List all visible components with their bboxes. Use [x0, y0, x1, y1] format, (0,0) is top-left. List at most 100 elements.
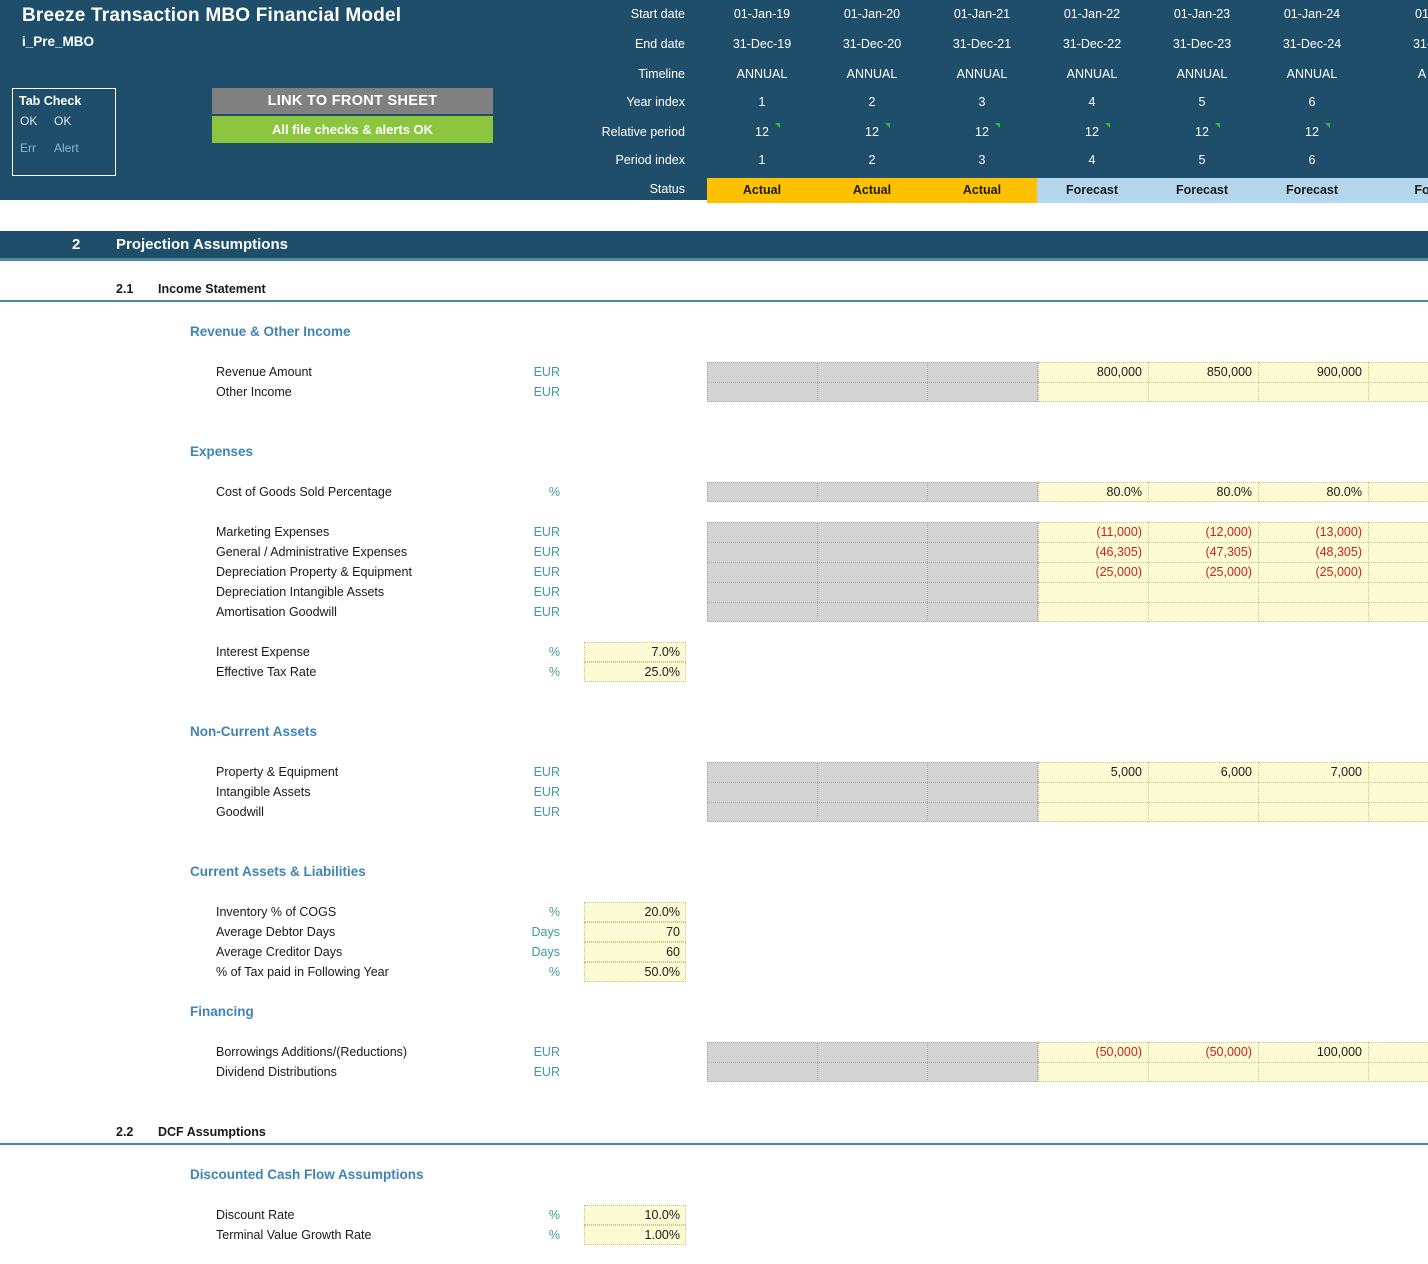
header-cell-end-date: 31- — [1412, 37, 1428, 51]
header-cell-period-index: 5 — [1198, 153, 1206, 167]
row-unit-interest-expense: % — [548, 645, 560, 659]
header-cell-relative-period: 12 — [1305, 125, 1319, 139]
status-badge: Fo — [1367, 178, 1428, 203]
header-cell-end-date: 31-Dec-19 — [732, 37, 792, 51]
row-label-depreciation-ppe: Depreciation Property & Equipment — [216, 565, 412, 579]
revenue-value-cell[interactable]: 9 — [1368, 362, 1428, 382]
input-tax-paid-following-year[interactable]: 50.0% — [584, 962, 686, 982]
input-interest-expense[interactable]: 7.0% — [584, 642, 686, 662]
revenue-input-hline — [1038, 382, 1428, 383]
status-badge: Forecast — [1037, 178, 1147, 203]
row-label-tax-paid-following-year: % of Tax paid in Following Year — [216, 965, 389, 979]
header-band: Breeze Transaction MBO Financial Model i… — [0, 0, 1428, 203]
non-current-assets-grid-vline — [817, 762, 818, 822]
row-label-discount-rate: Discount Rate — [216, 1208, 295, 1222]
tab-check-alert-label: Alert — [54, 141, 79, 155]
status-badge: Actual — [707, 178, 817, 203]
label-start-date: Start date — [630, 7, 685, 21]
non-current-assets-value-cell[interactable]: 5,000 — [1038, 762, 1148, 782]
section-22-bar: 2.2 DCF Assumptions — [0, 1123, 1428, 1145]
input-effective-tax-rate[interactable]: 25.0% — [584, 662, 686, 682]
row-unit-tax-paid-following-year: % — [548, 965, 560, 979]
tab-check-ok-error: OK — [20, 114, 38, 128]
row-unit-property-equipment: EUR — [533, 765, 560, 779]
header-cell-relative-period: 12 — [1085, 125, 1099, 139]
row-unit-cogs-percentage: % — [548, 485, 560, 499]
expenses-value-cell[interactable]: (25,000) — [1038, 562, 1148, 582]
header-period-column: 01-Jan-23 31-Dec-23 ANNUAL 5 12 5 Forecast — [1147, 0, 1257, 203]
header-cell-relative-period: 12 — [1195, 125, 1209, 139]
cogs-value-cell[interactable]: 80.0% — [1258, 482, 1368, 502]
expenses-value-cell[interactable]: ( — [1368, 562, 1428, 582]
financing-value-cell[interactable]: (50,000) — [1038, 1042, 1148, 1062]
header-cell-end-date: 31-Dec-24 — [1282, 37, 1342, 51]
header-cell-start-date: 01-Jan-21 — [953, 7, 1011, 21]
row-unit-goodwill: EUR — [533, 805, 560, 819]
input-inventory-pct-cogs[interactable]: 20.0% — [584, 902, 686, 922]
row-unit-borrowings: EUR — [533, 1045, 560, 1059]
expenses-value-cell[interactable]: (46,305) — [1038, 542, 1148, 562]
section-21-title: Income Statement — [158, 282, 266, 296]
non-current-assets-grid-hline — [707, 782, 1038, 783]
row-unit-discount-rate: % — [548, 1208, 560, 1222]
revenue-value-cell[interactable]: 850,000 — [1148, 362, 1258, 382]
expenses-value-cell[interactable]: (13,000) — [1258, 522, 1368, 542]
row-label-goodwill: Goodwill — [216, 805, 264, 819]
section-21-bar: 2.1 Income Statement — [0, 280, 1428, 302]
non-current-assets-input-hline — [1038, 802, 1428, 803]
row-unit-average-debtor-days: Days — [531, 925, 560, 939]
tab-check-ok-alert: OK — [54, 114, 72, 128]
expenses-grid-vline — [927, 522, 928, 622]
header-cell-end-date: 31-Dec-20 — [842, 37, 902, 51]
header-cell-year-index: 5 — [1198, 95, 1206, 109]
input-average-debtor-days[interactable]: 70 — [584, 922, 686, 942]
row-label-general-admin-expenses: General / Administrative Expenses — [216, 545, 408, 559]
header-cell-end-date: 31-Dec-21 — [952, 37, 1012, 51]
non-current-assets-input-vline — [1368, 762, 1369, 822]
status-badge: Actual — [927, 178, 1037, 203]
input-terminal-growth-rate[interactable]: 1.00% — [584, 1225, 686, 1245]
label-relative-period: Relative period — [601, 125, 685, 139]
group-heading-dcf: Discounted Cash Flow Assumptions — [190, 1167, 424, 1182]
financing-value-cell[interactable]: (50,000) — [1148, 1042, 1258, 1062]
revenue-value-cell[interactable]: 900,000 — [1258, 362, 1368, 382]
expenses-value-cell[interactable]: (25,000) — [1148, 562, 1258, 582]
revenue-value-cell[interactable]: 800,000 — [1038, 362, 1148, 382]
label-year-index: Year index — [626, 95, 685, 109]
row-label-interest-expense: Interest Expense — [216, 645, 310, 659]
non-current-assets-input-hline — [1038, 782, 1428, 783]
expenses-value-cell[interactable]: ( — [1368, 522, 1428, 542]
expenses-value-cell[interactable]: ( — [1368, 542, 1428, 562]
cogs-value-cell[interactable]: 80.0% — [1148, 482, 1258, 502]
non-current-assets-value-cell[interactable]: 7,000 — [1258, 762, 1368, 782]
financing-value-cell[interactable]: 100,000 — [1258, 1042, 1368, 1062]
row-unit-depreciation-ppe: EUR — [533, 565, 560, 579]
group-heading-current-assets: Current Assets & Liabilities — [190, 864, 366, 879]
section-2-bar: 2 Projection Assumptions — [0, 231, 1428, 261]
non-current-assets-actual-cells — [707, 762, 1038, 822]
header-period-column: 01-Jan-20 31-Dec-20 ANNUAL 2 12 2 Actual — [817, 0, 927, 203]
cogs-grid-vline — [817, 482, 818, 502]
expenses-value-cell[interactable]: (47,305) — [1148, 542, 1258, 562]
expenses-value-cell[interactable]: (25,000) — [1258, 562, 1368, 582]
input-average-creditor-days[interactable]: 60 — [584, 942, 686, 962]
expenses-grid-hline — [707, 582, 1038, 583]
row-label-effective-tax-rate: Effective Tax Rate — [216, 665, 317, 679]
input-discount-rate[interactable]: 10.0% — [584, 1205, 686, 1225]
header-cell-end-date: 31-Dec-23 — [1172, 37, 1232, 51]
row-label-other-income: Other Income — [216, 385, 292, 399]
label-period-index: Period index — [615, 153, 686, 167]
cogs-value-cell[interactable]: 80.0% — [1038, 482, 1148, 502]
row-unit-intangible-assets: EUR — [533, 785, 560, 799]
group-heading-financing: Financing — [190, 1004, 254, 1019]
row-unit-depreciation-intangibles: EUR — [533, 585, 560, 599]
expenses-value-cell[interactable]: (48,305) — [1258, 542, 1368, 562]
section-2-title: Projection Assumptions — [116, 236, 288, 253]
header-cell-start-date: 01 — [1415, 7, 1428, 21]
header-period-column: 01-Jan-24 31-Dec-24 ANNUAL 6 12 6 Forecast — [1257, 0, 1367, 203]
non-current-assets-value-cell[interactable]: 6,000 — [1148, 762, 1258, 782]
sheet-name: i_Pre_MBO — [22, 34, 95, 49]
expenses-value-cell[interactable]: (11,000) — [1038, 522, 1148, 542]
expenses-value-cell[interactable]: (12,000) — [1148, 522, 1258, 542]
header-cell-relative-period: 12 — [975, 125, 989, 139]
